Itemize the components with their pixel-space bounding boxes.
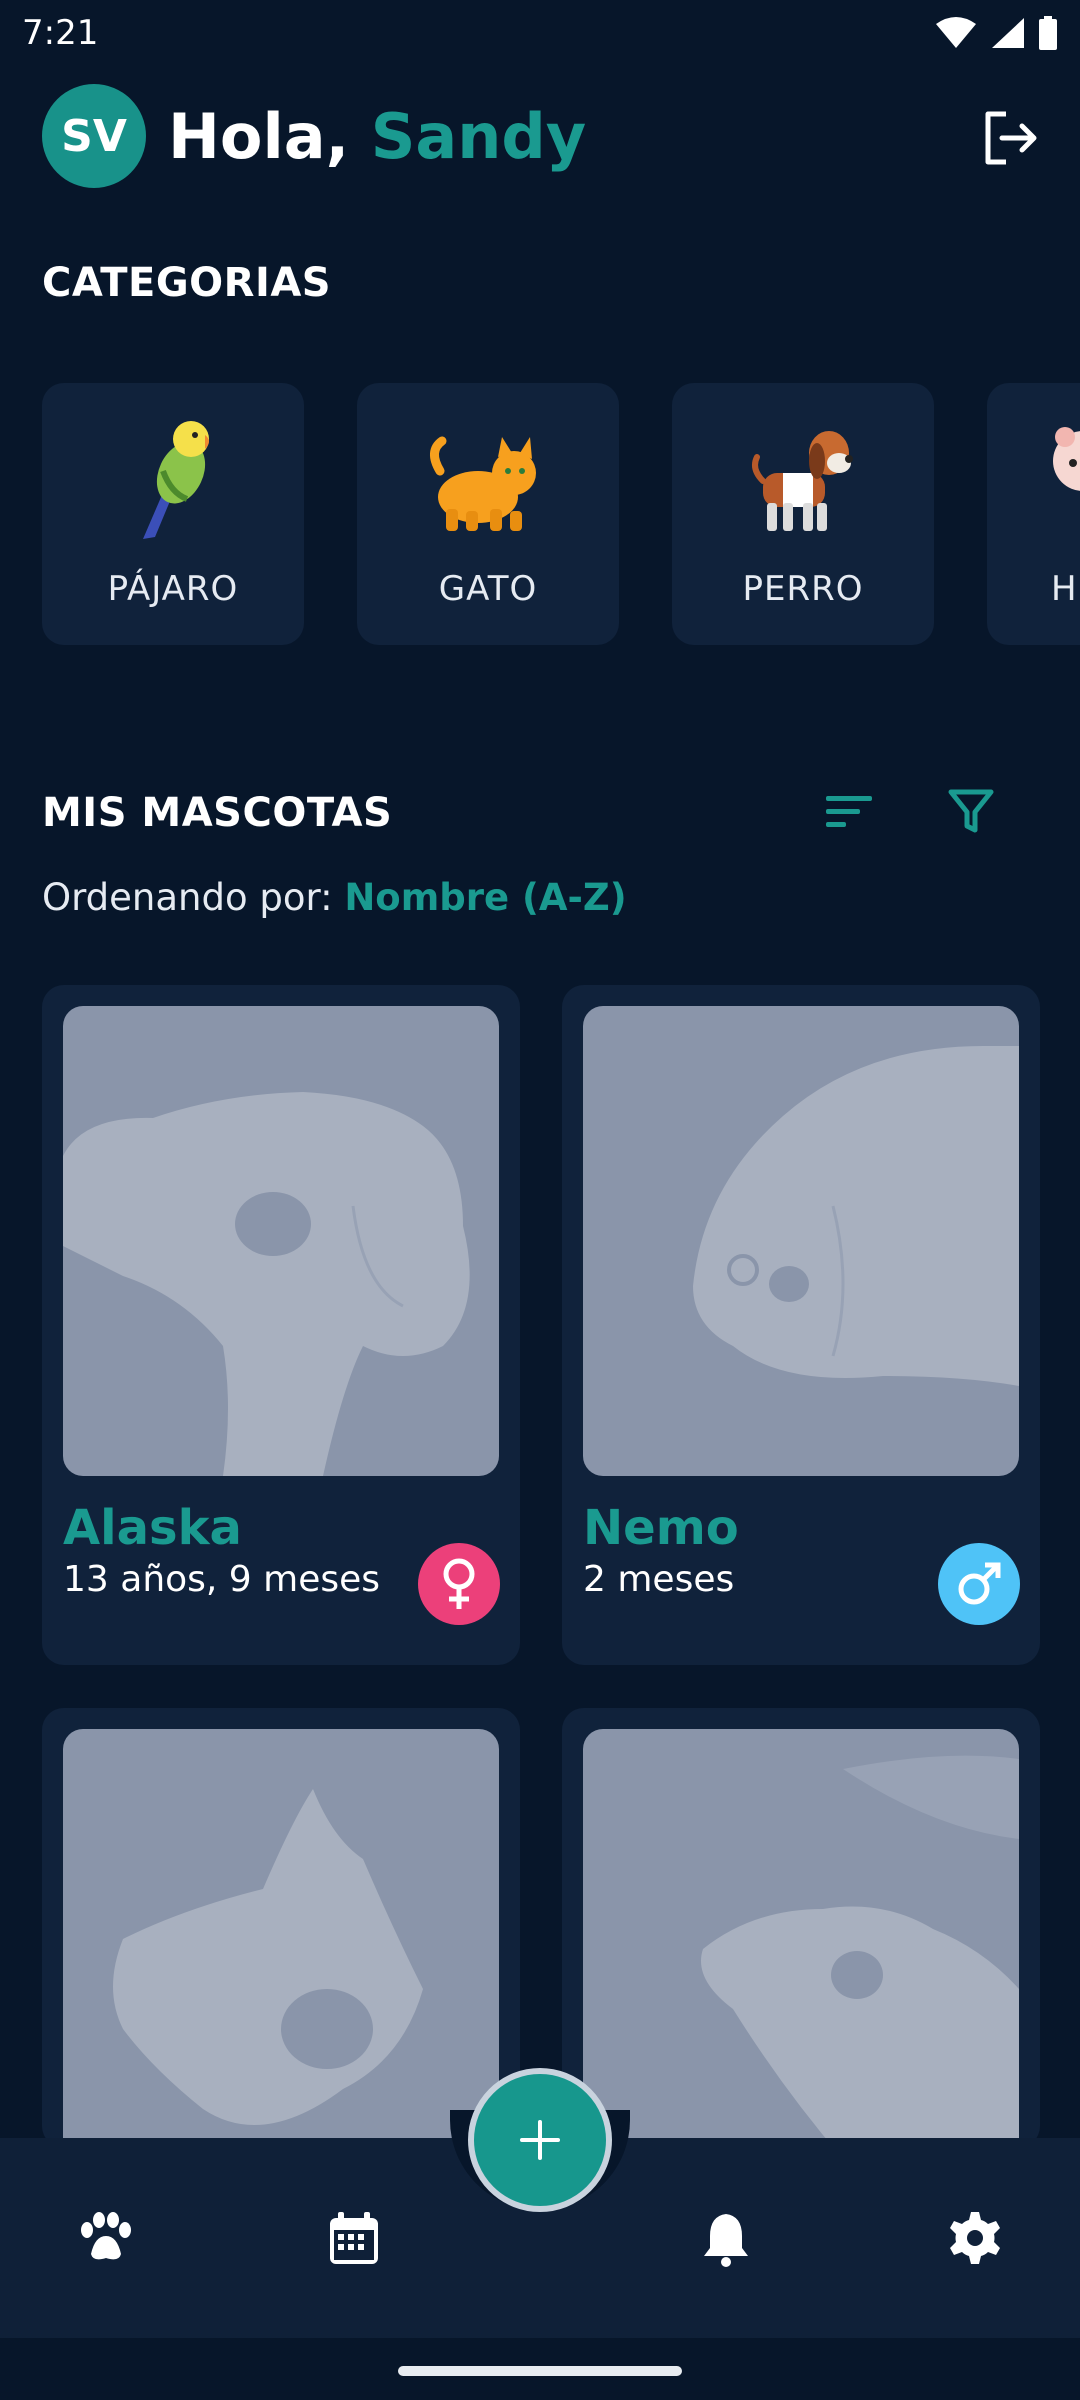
paw-icon[interactable] [75,2208,135,2268]
sort-icon[interactable] [824,792,874,832]
fish-silhouette-icon [693,1046,1019,1386]
pet-name: Alaska [63,1500,242,1556]
bell-icon[interactable] [696,2208,756,2268]
category-label: PERRO [742,569,864,609]
my-pets-header: MIS MASCOTAS [42,786,1038,846]
dog-icon [752,431,853,531]
categories-carousel[interactable]: PÁJARO GATO PERRO H [42,383,1080,647]
add-pet-button[interactable] [468,2068,612,2212]
categories-title: CATEGORIAS [42,260,332,306]
battery-icon [1039,16,1057,50]
category-label: PÁJARO [107,569,239,609]
pet-age: 2 meses [583,1559,735,1600]
header: SV Hola, Sandy [42,84,1042,188]
my-pets-title: MIS MASCOTAS [42,790,393,836]
seal-silhouette-icon [701,1755,1019,2159]
cat-icon [430,436,536,531]
calendar-icon[interactable] [324,2208,384,2268]
pet-age: 13 años, 9 meses [63,1559,381,1600]
home-indicator[interactable] [398,2366,682,2376]
logout-icon[interactable] [978,106,1042,170]
category-card-cat[interactable]: GATO [357,383,619,645]
sorting-prefix: Ordenando por: [42,876,333,919]
female-gender-badge [418,1543,500,1625]
category-label: H [1051,569,1078,609]
female-icon [443,1558,475,1609]
category-card-bird[interactable]: PÁJARO [42,383,304,645]
plus-icon [520,2120,560,2160]
hamster-icon [1053,427,1080,491]
category-card-hamster[interactable]: H [987,383,1080,645]
sorting-value[interactable]: Nombre (A-Z) [344,876,626,919]
parakeet-icon [143,421,209,539]
status-icons [936,16,1058,50]
pet-card[interactable]: Alaska 13 años, 9 meses [42,985,520,1665]
pet-photo-pig [63,1729,499,2159]
sorting-label: Ordenando por: Nombre (A-Z) [42,876,627,919]
avatar[interactable]: SV [42,84,146,188]
gear-icon[interactable] [945,2208,1005,2268]
pet-card[interactable] [42,1708,520,2159]
status-bar: 7:21 [0,0,1080,66]
wifi-icon [936,17,976,48]
pig-silhouette-icon [113,1789,423,2125]
greeting-text: Hola, [168,99,350,173]
greeting: Hola, Sandy [168,100,586,173]
category-label: GATO [438,569,538,609]
filter-icon[interactable] [948,788,994,836]
pet-card[interactable]: Nemo 2 meses [562,985,1040,1665]
category-card-dog[interactable]: PERRO [672,383,934,645]
signal-icon [992,18,1024,48]
dog-silhouette-icon [63,1092,470,1476]
pet-photo-fish [583,1006,1019,1476]
male-gender-badge [938,1543,1020,1625]
status-time: 7:21 [22,13,99,53]
pet-photo-dog [63,1006,499,1476]
male-icon [958,1562,1001,1605]
user-name: Sandy [370,99,587,173]
pet-card[interactable] [562,1708,1040,2159]
pet-name: Nemo [583,1500,739,1556]
pet-photo-seal [583,1729,1019,2159]
